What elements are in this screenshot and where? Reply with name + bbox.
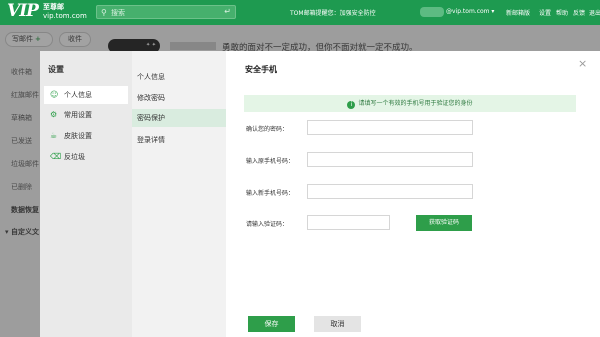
security-notice[interactable]: TOM邮箱提醒您：加强安全防控: [290, 8, 376, 17]
new-phone-field[interactable]: [307, 184, 473, 199]
nav-feedback[interactable]: 反馈: [573, 8, 585, 17]
get-code-button[interactable]: 获取验证码: [416, 215, 472, 231]
search-icon[interactable]: ⚲: [101, 8, 107, 17]
gear-icon: ⚙: [50, 110, 58, 119]
verify-code-field[interactable]: [307, 215, 390, 230]
security-phone-panel: 安全手机 × i 请填写一个有效的手机号用于验证您的身份 确认您的密码： 输入原手…: [226, 51, 600, 337]
shirt-icon: ☕: [50, 131, 58, 140]
category-personal-info[interactable]: ☺ 个人信息: [44, 86, 128, 104]
subitem-personal-info[interactable]: 个人信息: [132, 68, 226, 86]
new-phone-label: 输入新手机号码：: [246, 190, 295, 197]
logo-mark[interactable]: VIP: [7, 1, 39, 21]
logo-text: 至尊邮 vip.tom.com: [43, 3, 87, 21]
subitem-password-protection[interactable]: 密码保护: [132, 109, 226, 127]
nav-new-version[interactable]: 新邮箱版: [506, 8, 530, 17]
info-banner: i 请填写一个有效的手机号用于验证您的身份: [244, 95, 576, 112]
account-avatar[interactable]: [420, 7, 444, 17]
settings-category-sidebar: 设置 ☺ 个人信息 ⚙ 常用设置 ☕ 皮肤设置 ⌫ 反垃圾: [40, 51, 132, 337]
category-label: 反垃圾: [64, 153, 85, 161]
subitem-change-password[interactable]: 修改密码: [132, 89, 226, 107]
settings-dialog: 设置 ☺ 个人信息 ⚙ 常用设置 ☕ 皮肤设置 ⌫ 反垃圾 个人信息 修改密码 …: [40, 51, 600, 337]
category-common-settings[interactable]: ⚙ 常用设置: [44, 106, 128, 124]
close-icon[interactable]: ×: [578, 57, 587, 70]
settings-title: 设置: [48, 65, 64, 74]
nav-logout[interactable]: 退出: [589, 8, 600, 17]
info-text: 请填写一个有效的手机号用于验证您的身份: [358, 100, 473, 107]
cancel-button[interactable]: 取消: [314, 316, 361, 332]
category-label: 个人信息: [64, 91, 92, 99]
top-bar: VIP 至尊邮 vip.tom.com ⚲ ↵ TOM邮箱提醒您：加强安全防控 …: [0, 0, 600, 25]
info-icon: i: [347, 101, 356, 109]
logo-cn: 至尊邮: [43, 3, 64, 11]
search-input[interactable]: [111, 8, 211, 17]
category-skin-settings[interactable]: ☕ 皮肤设置: [44, 127, 128, 145]
panel-title: 安全手机: [245, 65, 277, 74]
password-label: 确认您的密码：: [246, 126, 289, 133]
account-menu[interactable]: @vip.tom.com ▾: [446, 8, 494, 15]
category-label: 常用设置: [64, 111, 92, 119]
old-phone-label: 输入原手机号码：: [246, 158, 295, 165]
enter-icon[interactable]: ↵: [224, 7, 231, 16]
trash-icon: ⌫: [50, 152, 62, 161]
nav-settings[interactable]: 设置: [539, 8, 551, 17]
search-box[interactable]: ⚲ ↵: [96, 5, 236, 19]
password-field[interactable]: [307, 120, 473, 135]
subitem-login-details[interactable]: 登录详情: [132, 131, 226, 149]
category-anti-spam[interactable]: ⌫ 反垃圾: [44, 148, 128, 166]
nav-help[interactable]: 帮助: [556, 8, 568, 17]
old-phone-field[interactable]: [307, 152, 473, 167]
person-icon: ☺: [50, 90, 59, 99]
category-label: 皮肤设置: [64, 132, 92, 140]
logo-url: vip.tom.com: [43, 12, 87, 20]
settings-subitem-sidebar: 个人信息 修改密码 密码保护 登录详情: [132, 51, 226, 337]
verify-code-label: 请输入验证码：: [246, 221, 289, 228]
save-button[interactable]: 保存: [248, 316, 295, 332]
